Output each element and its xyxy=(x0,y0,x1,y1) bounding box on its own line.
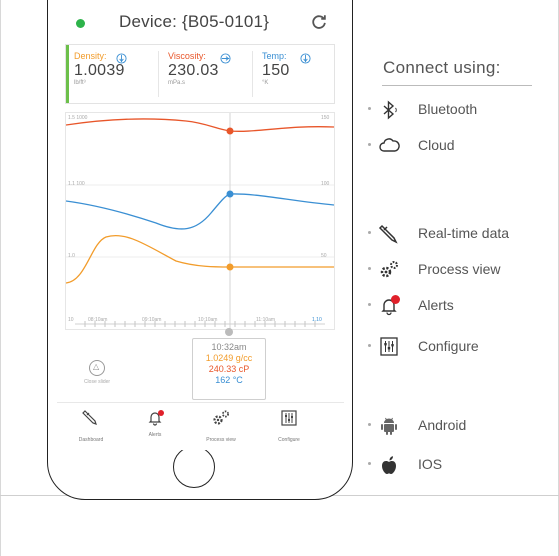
metric-value: 1.0039 xyxy=(74,62,125,79)
right-tick-label: 150 xyxy=(321,115,330,121)
tab-configure[interactable]: Configure xyxy=(259,409,319,443)
compass-icon xyxy=(300,53,311,64)
value-tooltip: 10:32am 1.0249 g/cc 240.33 cP 162 °C xyxy=(192,338,266,400)
bullet xyxy=(368,107,371,110)
bell-icon xyxy=(378,295,400,317)
platform-label: Android xyxy=(418,417,467,433)
density-marker xyxy=(226,263,234,271)
viscosity-marker xyxy=(226,127,234,135)
probe-icon xyxy=(378,224,398,244)
chart-svg xyxy=(66,113,334,329)
metric-viscosity[interactable]: Viscosity: 230.03 mPa.s xyxy=(168,51,252,101)
close-slider-button[interactable]: △ Close slider xyxy=(77,360,117,385)
left-tick-label: 1.0 xyxy=(68,253,75,259)
metric-value: 230.03 xyxy=(168,62,219,79)
right-tick-label: 50 xyxy=(321,253,327,259)
probe-icon xyxy=(82,410,97,425)
bullet xyxy=(368,303,371,306)
left-tick-label: 1.1 100 xyxy=(68,181,85,187)
metric-separator xyxy=(252,51,253,97)
tab-label: Configure xyxy=(278,437,300,443)
bullet xyxy=(368,231,371,234)
bullet xyxy=(368,143,371,146)
gears-icon xyxy=(380,261,398,278)
alert-badge xyxy=(158,410,164,416)
sliders-icon xyxy=(380,337,398,356)
feature-label: Real-time data xyxy=(418,225,510,241)
tab-dashboard[interactable]: Dashboard xyxy=(61,409,121,443)
app-screen: Device: {B05-0101} Density: 1.0039 lb/ft… xyxy=(57,0,344,450)
compass-icon xyxy=(220,53,231,64)
apple-icon xyxy=(382,456,396,474)
compass-icon xyxy=(116,53,127,64)
frame-left-border xyxy=(0,0,1,556)
bluetooth-icon xyxy=(383,100,397,120)
device-header: Device: {B05-0101} xyxy=(57,0,344,42)
tooltip-density: 1.0249 g/cc xyxy=(205,353,253,363)
platform-label: IOS xyxy=(418,456,443,472)
metric-separator xyxy=(158,51,159,97)
android-icon xyxy=(381,417,397,435)
connect-title: Connect using: xyxy=(383,58,501,77)
tab-label: Dashboard xyxy=(78,437,104,443)
tooltip-time: 10:32am xyxy=(211,342,247,352)
feature-label: Alerts xyxy=(418,297,454,313)
metric-unit: °K xyxy=(262,80,269,86)
status-dot xyxy=(76,19,85,28)
density-series-line xyxy=(66,235,334,284)
bullet xyxy=(368,344,371,347)
metric-unit: mPa.s xyxy=(168,80,186,86)
x-tick-label: 10 xyxy=(68,317,74,323)
triangle-icon: △ xyxy=(89,360,105,376)
refresh-icon[interactable] xyxy=(310,13,328,31)
sliders-icon xyxy=(281,410,297,426)
tab-bar: Dashboard Alerts Process view Configure xyxy=(57,402,344,443)
tooltip-viscosity: 240.33 cP xyxy=(208,364,250,374)
bullet xyxy=(368,267,371,270)
time-scrubber[interactable] xyxy=(75,318,325,330)
connect-underline xyxy=(382,85,532,86)
gears-icon xyxy=(213,410,229,425)
tab-alerts[interactable]: Alerts xyxy=(125,409,185,438)
bell-icon xyxy=(145,409,165,427)
tooltip-temp: 162 °C xyxy=(215,375,243,385)
left-tick-label: 1.5 1000 xyxy=(68,115,88,121)
temp-series-line xyxy=(66,193,334,230)
feature-label: Configure xyxy=(418,338,479,354)
right-tick-label: 100 xyxy=(321,181,330,187)
home-button[interactable] xyxy=(173,446,215,488)
viscosity-series-line xyxy=(66,118,334,132)
tab-label: Alerts xyxy=(148,432,162,438)
connect-label: Cloud xyxy=(418,137,455,153)
cloud-icon xyxy=(379,138,400,152)
metrics-panel: Density: 1.0039 lb/ft³ Viscosity: 230.03… xyxy=(65,44,335,104)
bullet xyxy=(368,423,371,426)
scrub-handle[interactable] xyxy=(225,328,233,336)
metric-density[interactable]: Density: 1.0039 lb/ft³ xyxy=(74,51,158,101)
feature-label: Process view xyxy=(418,261,501,277)
device-title: Device: {B05-0101} xyxy=(119,12,270,31)
tab-label: Process view xyxy=(206,437,236,443)
metric-value: 150 xyxy=(262,62,290,79)
connect-label: Bluetooth xyxy=(418,101,478,117)
metrics-accent-bar xyxy=(66,45,69,103)
metric-unit: lb/ft³ xyxy=(74,80,86,86)
temp-marker xyxy=(226,190,234,198)
close-slider-label: Close slider xyxy=(83,379,111,385)
metric-temp[interactable]: Temp: 150 °K xyxy=(262,51,344,101)
trend-chart[interactable]: 1.5 1000 1.1 100 1.0 150 100 50 10 08:10… xyxy=(65,112,335,330)
bullet xyxy=(368,462,371,465)
tab-process-view[interactable]: Process view xyxy=(191,409,251,443)
metric-label: Viscosity: xyxy=(168,51,206,61)
alert-badge xyxy=(391,295,400,304)
